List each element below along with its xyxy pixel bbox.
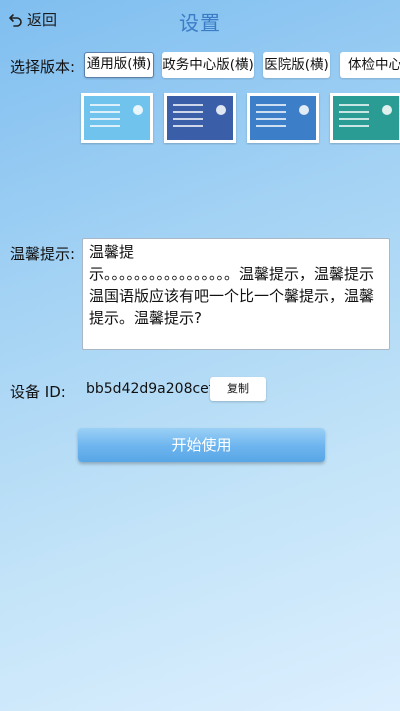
version-label: 选择版本: xyxy=(10,58,76,76)
preview-screen xyxy=(84,96,150,140)
device-id-value: bb5d42d9a208cef xyxy=(86,381,214,397)
preview-screen xyxy=(250,96,316,140)
device-id-label: 设备 ID: xyxy=(10,383,66,401)
back-button[interactable]: 返回 xyxy=(8,9,57,30)
preview-hospital[interactable] xyxy=(247,93,319,143)
copy-button[interactable]: 复制 xyxy=(210,377,266,401)
preview-government-center[interactable] xyxy=(164,93,236,143)
version-preview-list xyxy=(0,93,400,145)
version-tab-checkup-center[interactable]: 体检中心 xyxy=(340,52,400,78)
tip-label: 温馨提示: xyxy=(10,245,76,263)
back-arrow-icon xyxy=(9,13,22,27)
version-tab-list: 通用版(横) 政务中心版(横) 医院版(横) 体检中心 xyxy=(82,52,400,80)
preview-general[interactable] xyxy=(81,93,153,143)
start-button[interactable]: 开始使用 xyxy=(78,428,325,462)
version-tab-hospital[interactable]: 医院版(横) xyxy=(263,52,330,78)
version-tab-general[interactable]: 通用版(横) xyxy=(84,52,154,78)
back-label: 返回 xyxy=(27,11,58,29)
page-title: 设置 xyxy=(179,11,221,35)
preview-checkup-center[interactable] xyxy=(330,93,400,143)
preview-screen xyxy=(167,96,233,140)
tip-textarea[interactable]: 温馨提 示。。。。。。。。。。。。。。。。。温馨提示，温馨提示温国语版应该有吧一… xyxy=(82,238,390,350)
header-bar: 返回 设置 xyxy=(0,0,400,42)
version-tab-government-center[interactable]: 政务中心版(横) xyxy=(162,52,254,78)
preview-screen xyxy=(333,96,399,140)
